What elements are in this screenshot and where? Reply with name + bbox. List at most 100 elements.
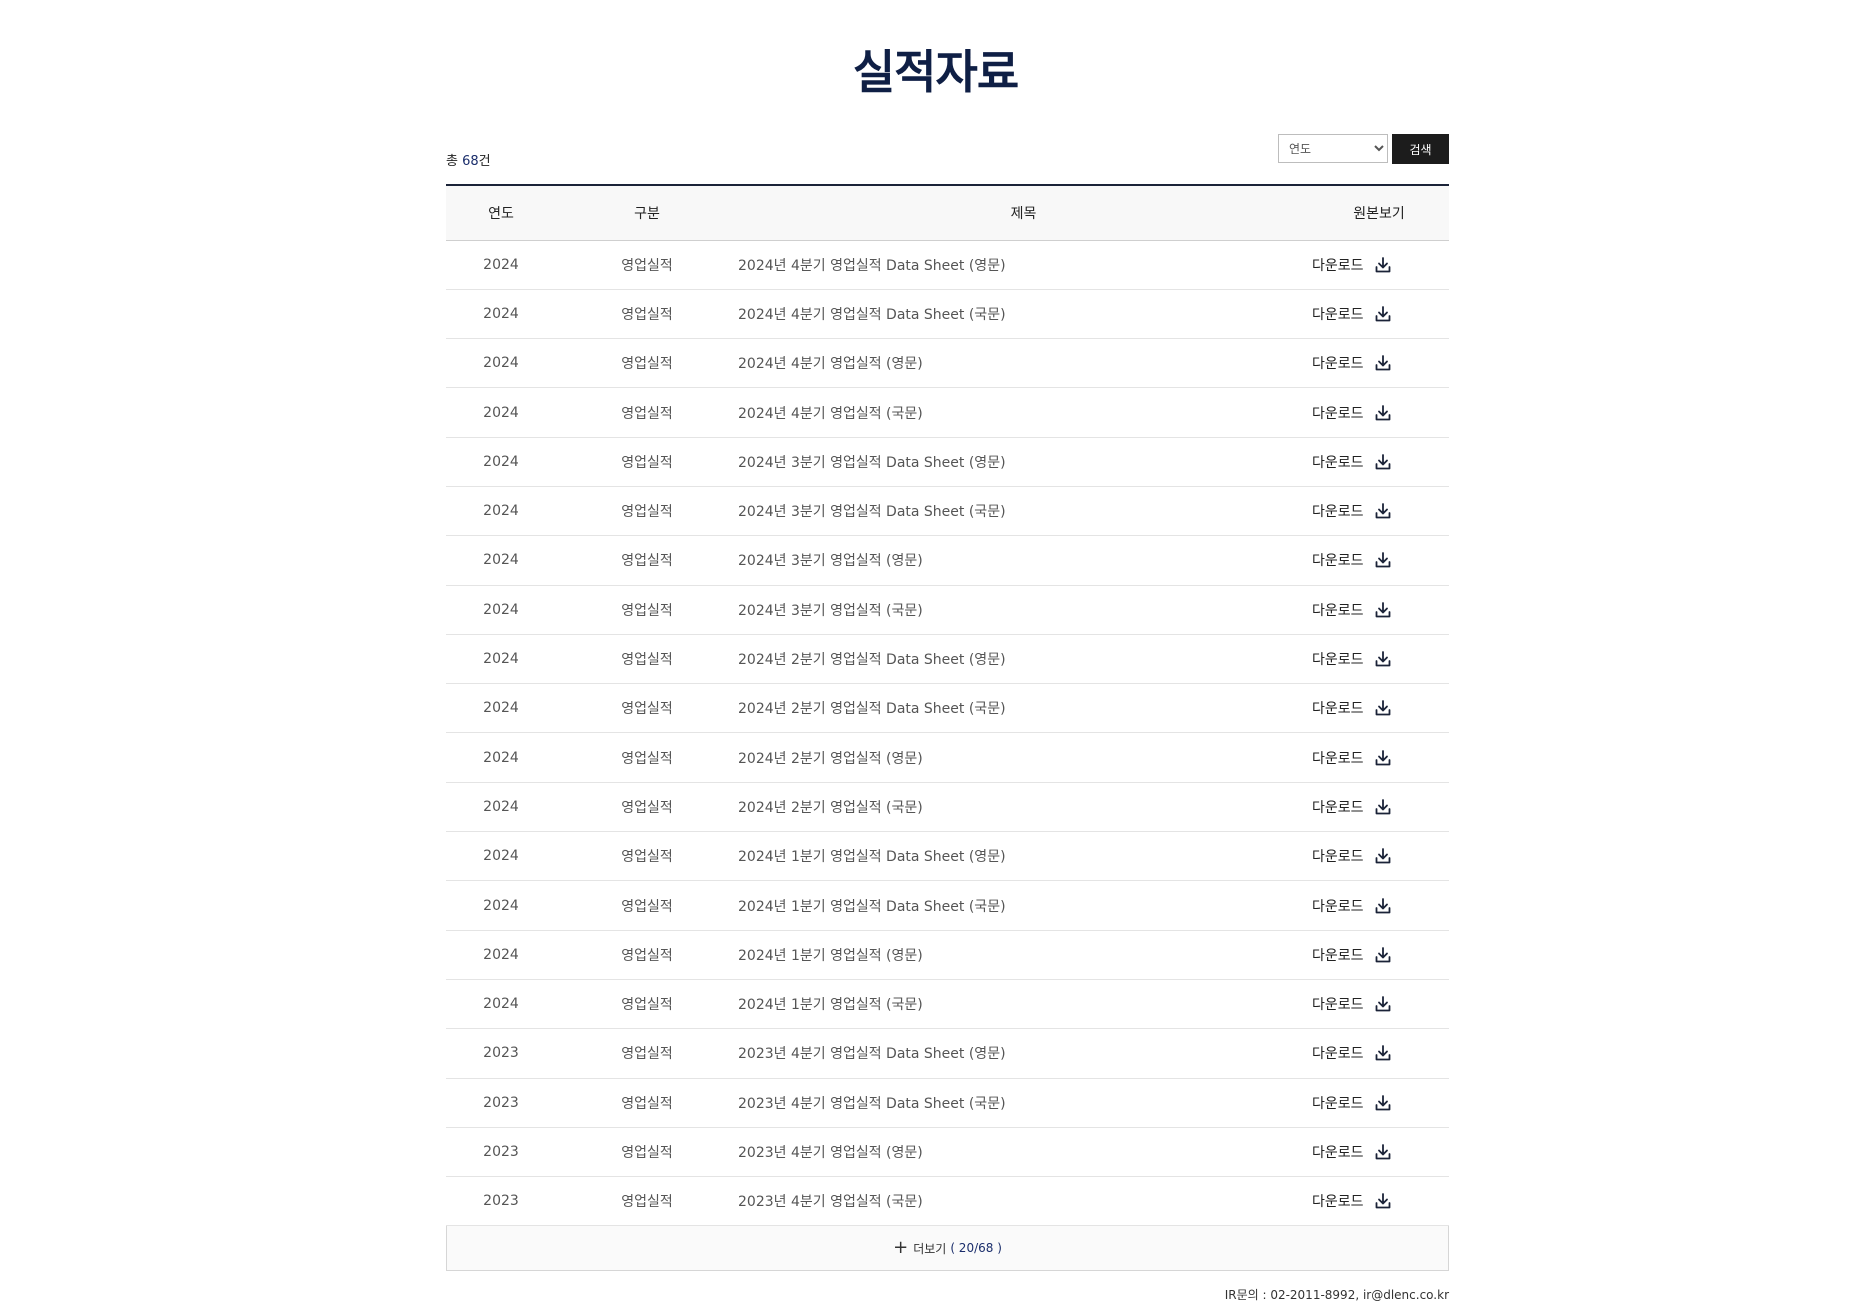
row-title: 2023년 4분기 영업실적 (영문) <box>738 1144 923 1161</box>
download-icon <box>1375 601 1390 618</box>
download-link[interactable]: 다운로드 <box>1312 1142 1393 1162</box>
download-icon <box>1375 700 1390 716</box>
row-download-cell: 다운로드 <box>1309 388 1449 437</box>
download-label: 다운로드 <box>1312 652 1364 669</box>
row-year: 2024 <box>483 798 519 815</box>
download-icon <box>1375 503 1390 519</box>
table-row: 2024 영업실적 2024년 2분기 영업실적 Data Sheet (국문)… <box>446 684 1449 733</box>
row-title: 2024년 3분기 영업실적 Data Sheet (국문) <box>738 504 1006 521</box>
row-title: 2024년 4분기 영업실적 (영문) <box>738 356 923 373</box>
row-title: 2024년 3분기 영업실적 Data Sheet (영문) <box>738 454 1006 471</box>
row-title: 2023년 4분기 영업실적 Data Sheet (국문) <box>738 1095 1006 1112</box>
download-label: 다운로드 <box>1312 849 1364 866</box>
download-icon <box>1375 355 1390 371</box>
row-download-cell: 다운로드 <box>1309 486 1449 535</box>
row-type: 영업실적 <box>621 504 673 521</box>
download-label: 다운로드 <box>1312 257 1364 274</box>
year-select[interactable]: 연도 <box>1278 134 1388 163</box>
row-title: 2024년 1분기 영업실적 Data Sheet (국문) <box>738 898 1006 915</box>
row-year: 2024 <box>483 651 519 668</box>
row-type: 영업실적 <box>621 553 673 570</box>
row-type: 영업실적 <box>621 1095 673 1112</box>
download-link[interactable]: 다운로드 <box>1312 255 1393 275</box>
data-board: 총 68건 연도 검색 연도 구분 제목 원본보기 2024 영업실적 2024… <box>446 132 1449 1302</box>
row-title: 2024년 2분기 영업실적 (영문) <box>738 750 923 767</box>
row-download-cell: 다운로드 <box>1309 585 1449 634</box>
download-icon <box>1375 404 1390 420</box>
row-download-cell: 다운로드 <box>1309 1029 1449 1078</box>
download-link[interactable]: 다운로드 <box>1312 550 1393 570</box>
download-link[interactable]: 다운로드 <box>1312 1043 1393 1063</box>
download-label: 다운로드 <box>1312 997 1364 1014</box>
download-link[interactable]: 다운로드 <box>1312 994 1393 1014</box>
table-row: 2023 영업실적 2023년 4분기 영업실적 (국문) 다운로드 <box>446 1177 1449 1226</box>
load-more-label: 더보기 <box>913 1241 947 1256</box>
row-title: 2024년 1분기 영업실적 Data Sheet (영문) <box>738 849 1006 866</box>
download-link[interactable]: 다운로드 <box>1312 896 1393 916</box>
download-link[interactable]: 다운로드 <box>1312 748 1393 768</box>
download-icon <box>1375 897 1390 913</box>
plus-icon: + <box>893 1237 909 1259</box>
row-download-cell: 다운로드 <box>1309 881 1449 930</box>
download-link[interactable]: 다운로드 <box>1312 846 1393 866</box>
download-link[interactable]: 다운로드 <box>1312 403 1393 423</box>
row-type: 영업실적 <box>621 849 673 866</box>
download-icon <box>1375 1045 1390 1061</box>
row-download-cell: 다운로드 <box>1309 289 1449 338</box>
table-body: 2024 영업실적 2024년 4분기 영업실적 Data Sheet (영문)… <box>446 240 1449 1226</box>
search-button[interactable]: 검색 <box>1392 134 1449 164</box>
download-link[interactable]: 다운로드 <box>1312 945 1393 965</box>
table-row: 2023 영업실적 2023년 4분기 영업실적 (영문) 다운로드 <box>446 1127 1449 1177</box>
row-year: 2024 <box>483 355 519 372</box>
ir-contact: IR문의 : 02-2011-8992, ir@dlenc.co.kr <box>1224 1288 1449 1302</box>
page-title: 실적자료 <box>852 45 1019 99</box>
total-count: 총 68건 <box>446 150 491 169</box>
download-link[interactable]: 다운로드 <box>1312 501 1393 521</box>
table-row: 2024 영업실적 2024년 4분기 영업실적 (국문) 다운로드 <box>446 388 1449 438</box>
download-icon <box>1375 1144 1390 1160</box>
row-download-cell: 다운로드 <box>1309 240 1449 289</box>
download-label: 다운로드 <box>1312 799 1364 816</box>
total-prefix: 총 <box>446 154 463 169</box>
row-download-cell: 다운로드 <box>1309 733 1449 782</box>
download-icon <box>1375 306 1390 322</box>
header-year: 연도 <box>488 205 514 222</box>
row-type: 영업실적 <box>621 799 673 816</box>
download-icon <box>1375 1094 1390 1111</box>
download-link[interactable]: 다운로드 <box>1312 698 1393 718</box>
download-link[interactable]: 다운로드 <box>1312 1191 1393 1211</box>
table-row: 2024 영업실적 2024년 2분기 영업실적 Data Sheet (영문)… <box>446 634 1449 684</box>
row-title: 2024년 3분기 영업실적 (국문) <box>738 602 923 619</box>
row-title: 2024년 4분기 영업실적 Data Sheet (영문) <box>738 257 1006 274</box>
download-label: 다운로드 <box>1312 454 1364 471</box>
download-label: 다운로드 <box>1312 947 1364 964</box>
row-year: 2024 <box>483 946 519 963</box>
download-label: 다운로드 <box>1312 1194 1364 1211</box>
download-label: 다운로드 <box>1312 1144 1364 1161</box>
download-label: 다운로드 <box>1312 898 1364 915</box>
download-label: 다운로드 <box>1312 405 1364 422</box>
row-year: 2024 <box>483 404 519 421</box>
table-row: 2024 영업실적 2024년 4분기 영업실적 (영문) 다운로드 <box>446 339 1449 388</box>
load-more-button[interactable]: + 더보기 ( 20/68 ) <box>446 1226 1449 1272</box>
download-icon <box>1375 256 1390 273</box>
row-title: 2024년 2분기 영업실적 (국문) <box>738 799 923 816</box>
row-title: 2024년 4분기 영업실적 (국문) <box>738 405 923 422</box>
download-link[interactable]: 다운로드 <box>1312 797 1393 817</box>
download-link[interactable]: 다운로드 <box>1312 353 1393 373</box>
row-type: 영업실적 <box>621 1144 673 1161</box>
table-row: 2024 영업실적 2024년 3분기 영업실적 (영문) 다운로드 <box>446 536 1449 586</box>
row-type: 영업실적 <box>621 750 673 767</box>
row-year: 2024 <box>483 305 519 322</box>
row-type: 영업실적 <box>621 454 673 471</box>
download-icon <box>1375 552 1390 568</box>
download-link[interactable]: 다운로드 <box>1312 304 1393 324</box>
download-link[interactable]: 다운로드 <box>1312 649 1393 669</box>
download-link[interactable]: 다운로드 <box>1312 1093 1393 1113</box>
download-icon <box>1375 848 1390 864</box>
row-title: 2023년 4분기 영업실적 (국문) <box>738 1194 923 1211</box>
download-link[interactable]: 다운로드 <box>1312 600 1393 620</box>
download-link[interactable]: 다운로드 <box>1312 452 1393 472</box>
download-label: 다운로드 <box>1312 750 1364 767</box>
row-title: 2024년 3분기 영업실적 (영문) <box>738 553 923 570</box>
